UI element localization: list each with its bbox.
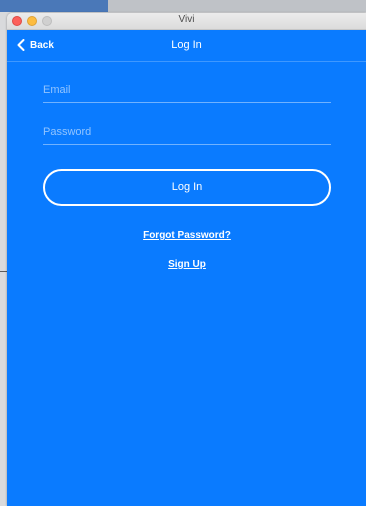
window-titlebar: Vivi	[7, 13, 366, 30]
password-field-container	[43, 122, 331, 145]
window-title: Vivi	[178, 14, 195, 25]
app-window: Vivi Back Log In Log In Forgot Password?…	[7, 13, 366, 506]
sign-up-link[interactable]: Sign Up	[43, 259, 331, 270]
login-button[interactable]: Log In	[43, 169, 331, 206]
email-field[interactable]	[43, 80, 331, 100]
forgot-password-link[interactable]: Forgot Password?	[43, 230, 331, 241]
desktop-background	[0, 0, 108, 12]
desktop-background-light	[108, 0, 366, 12]
email-field-container	[43, 80, 331, 103]
password-field[interactable]	[43, 122, 331, 142]
page-title: Log In	[171, 39, 202, 51]
login-screen: Back Log In Log In Forgot Password? Sign…	[7, 30, 366, 506]
navigation-bar: Back Log In	[7, 30, 366, 62]
